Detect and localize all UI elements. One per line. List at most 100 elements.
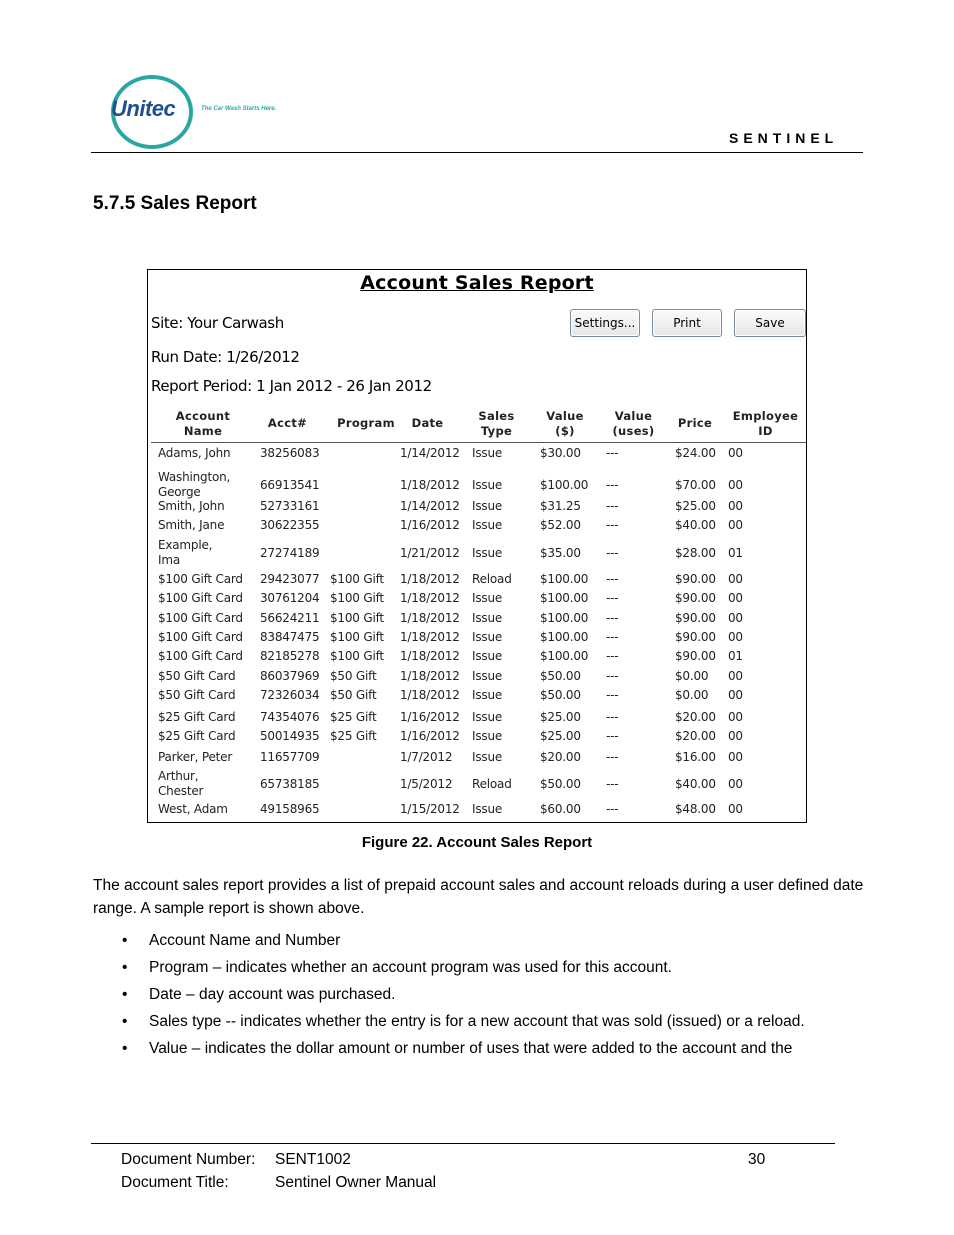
cell-price: $40.00 — [675, 777, 716, 791]
report-period: Report Period: 1 Jan 2012 - 26 Jan 2012 — [151, 377, 432, 395]
cell-date: 1/18/2012 — [400, 688, 460, 702]
cell-name: West, Adam — [158, 802, 228, 816]
save-button[interactable]: Save — [734, 309, 806, 337]
brand-name: SENTINEL — [729, 130, 839, 146]
cell-price: $0.00 — [675, 688, 709, 702]
print-button[interactable]: Print — [652, 309, 722, 337]
cell-acct: 74354076 — [260, 710, 320, 724]
column-header: Sales Type — [478, 409, 515, 438]
cell-acct: 27274189 — [260, 546, 320, 560]
cell-price: $20.00 — [675, 710, 716, 724]
cell-name: Example, Ima — [158, 538, 213, 567]
cell-acct: 72326034 — [260, 688, 320, 702]
cell-acct: 29423077 — [260, 572, 320, 586]
cell-date: 1/18/2012 — [400, 669, 460, 683]
cell-name: Washington, George — [158, 470, 231, 499]
figure-caption: Figure 22. Account Sales Report — [361, 834, 593, 851]
cell-value: $100.00 — [540, 649, 589, 663]
cell-name: $50 Gift Card — [158, 669, 236, 683]
list-item: • Value – indicates the dollar amount or … — [93, 1037, 835, 1060]
cell-emp: 00 — [728, 478, 743, 492]
cell-program: $50 Gift — [330, 669, 377, 683]
logo-tagline: The Car Wash Starts Here. — [201, 106, 277, 112]
bullet-icon: • — [122, 1040, 128, 1057]
doc-title: Sentinel Owner Manual — [275, 1174, 437, 1191]
cell-price: $20.00 — [675, 729, 716, 743]
cell-acct: 65738185 — [260, 777, 320, 791]
column-header: Value ($) — [546, 409, 584, 438]
cell-date: 1/18/2012 — [400, 649, 460, 663]
cell-date: 1/18/2012 — [400, 478, 460, 492]
cell-price: $0.00 — [675, 669, 709, 683]
cell-uses: --- — [606, 572, 619, 586]
cell-uses: --- — [606, 669, 619, 683]
list-item: • Date – day account was purchased. — [93, 983, 835, 1006]
cell-program: $100 Gift — [330, 591, 384, 605]
cell-price: $48.00 — [675, 802, 716, 816]
cell-type: Issue — [472, 802, 503, 816]
column-header: Employee ID — [732, 409, 799, 438]
cell-date: 1/16/2012 — [400, 729, 460, 743]
cell-type: Reload — [472, 572, 512, 586]
cell-name: $100 Gift Card — [158, 572, 243, 586]
cell-value: $100.00 — [540, 611, 589, 625]
cell-uses: --- — [606, 729, 619, 743]
cell-acct: 52733161 — [260, 499, 320, 513]
cell-price: $40.00 — [675, 518, 716, 532]
cell-emp: 00 — [728, 669, 743, 683]
cell-emp: 01 — [728, 546, 743, 560]
cell-uses: --- — [606, 688, 619, 702]
cell-date: 1/7/2012 — [400, 750, 453, 764]
cell-type: Issue — [472, 478, 503, 492]
cell-uses: --- — [606, 518, 619, 532]
cell-value: $100.00 — [540, 572, 589, 586]
cell-uses: --- — [606, 611, 619, 625]
cell-price: $90.00 — [675, 591, 716, 605]
cell-emp: 00 — [728, 518, 743, 532]
column-header: Date — [411, 416, 444, 430]
cell-value: $52.00 — [540, 518, 581, 532]
column-header: Program — [337, 416, 395, 430]
cell-date: 1/16/2012 — [400, 518, 460, 532]
cell-value: $50.00 — [540, 669, 581, 683]
doc-number: SENT1002 — [275, 1151, 351, 1168]
cell-acct: 83847475 — [260, 630, 320, 644]
cell-uses: --- — [606, 710, 619, 724]
cell-emp: 00 — [728, 777, 743, 791]
cell-emp: 00 — [728, 688, 743, 702]
cell-name: $100 Gift Card — [158, 611, 243, 625]
cell-emp: 00 — [728, 446, 743, 460]
list-item: • Sales type -- indicates whether the ent… — [93, 1010, 835, 1033]
cell-acct: 11657709 — [260, 750, 320, 764]
doc-number-label: Document Number: — [121, 1151, 256, 1168]
cell-value: $100.00 — [540, 478, 589, 492]
cell-price: $90.00 — [675, 630, 716, 644]
cell-name: Parker, Peter — [158, 750, 233, 764]
cell-emp: 00 — [728, 591, 743, 605]
cell-name: $100 Gift Card — [158, 649, 243, 663]
cell-value: $35.00 — [540, 546, 581, 560]
cell-program: $50 Gift — [330, 688, 377, 702]
cell-uses: --- — [606, 446, 619, 460]
cell-acct: 66913541 — [260, 478, 320, 492]
cell-type: Issue — [472, 729, 503, 743]
cell-emp: 01 — [728, 649, 743, 663]
footer-divider — [91, 1143, 835, 1144]
cell-emp: 00 — [728, 710, 743, 724]
cell-value: $30.00 — [540, 446, 581, 460]
cell-name: $50 Gift Card — [158, 688, 236, 702]
report-site: Site: Your Carwash — [151, 314, 284, 332]
bullet-icon: • — [122, 986, 128, 1003]
cell-price: $24.00 — [675, 446, 716, 460]
cell-type: Issue — [472, 630, 503, 644]
column-header: Price — [677, 416, 713, 430]
cell-price: $90.00 — [675, 572, 716, 586]
cell-uses: --- — [606, 478, 619, 492]
cell-name: $25 Gift Card — [158, 729, 236, 743]
settings-button[interactable]: Settings... — [570, 309, 640, 337]
cell-type: Issue — [472, 499, 503, 513]
cell-type: Issue — [472, 546, 503, 560]
cell-name: $100 Gift Card — [158, 591, 243, 605]
cell-type: Reload — [472, 777, 512, 791]
cell-type: Issue — [472, 591, 503, 605]
